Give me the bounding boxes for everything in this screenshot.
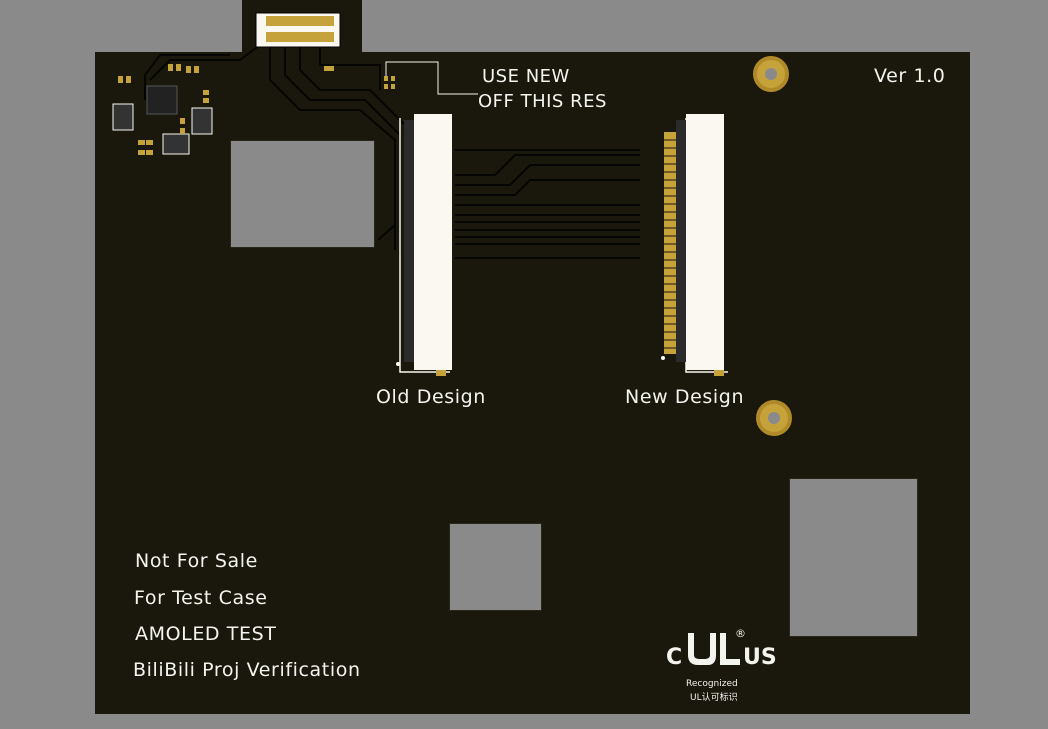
mounting-hole-middle <box>756 400 792 436</box>
ul-recognized-mark: C US ® Recognized UL认可标识 <box>664 625 777 705</box>
note-line-2: OFF THIS RES <box>478 91 607 112</box>
ul-cn-text: UL认可标识 <box>690 693 738 703</box>
text-line-2: For Test Case <box>134 587 268 609</box>
text-line-1: Not For Sale <box>135 550 258 572</box>
ul-recognized-text: Recognized <box>686 679 738 689</box>
ul-registered-mark: ® <box>735 627 746 640</box>
ul-us-letters: US <box>743 645 777 670</box>
mounting-hole-top <box>753 56 789 92</box>
connector-new-design <box>686 114 724 370</box>
new-design-label: New Design <box>625 386 745 408</box>
note-line-1: USE NEW <box>482 66 570 87</box>
ul-c-letter: C <box>666 645 683 670</box>
old-design-label: Old Design <box>376 386 486 408</box>
connector-old-design <box>414 114 452 370</box>
version-label: Ver 1.0 <box>874 65 946 87</box>
text-line-3: AMOLED TEST <box>135 623 277 645</box>
text-line-4: BiliBili Proj Verification <box>133 659 361 681</box>
